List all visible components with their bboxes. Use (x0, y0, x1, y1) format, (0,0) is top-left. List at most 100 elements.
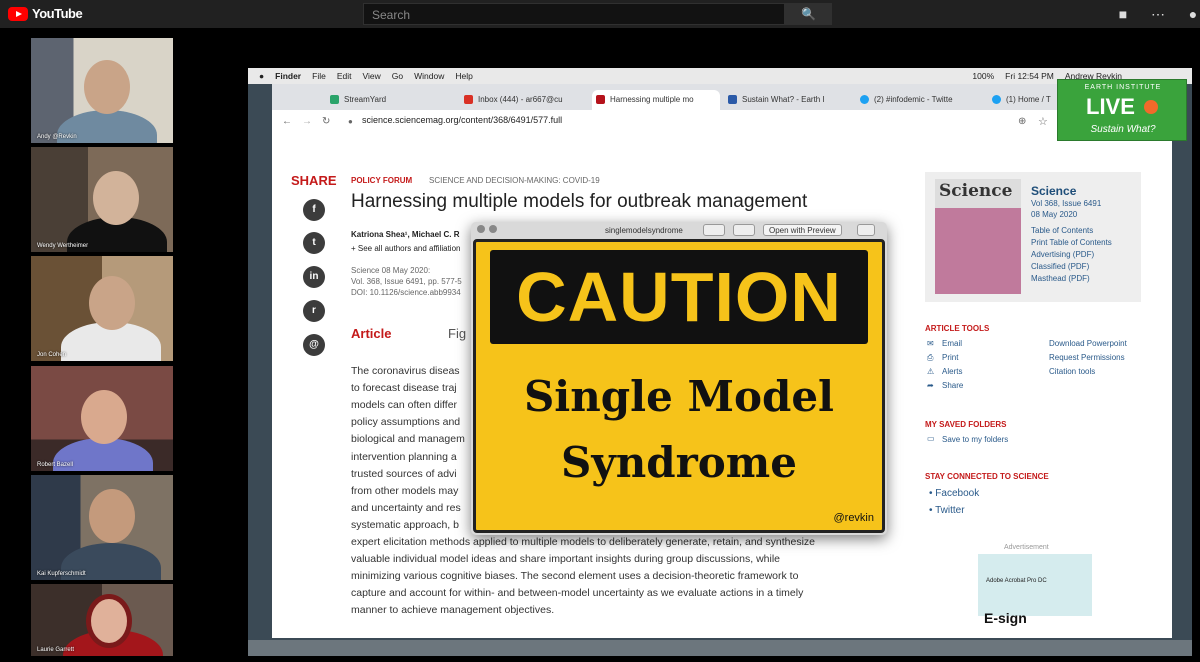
tab-twitter-infodemic[interactable]: (2) #infodemic - Twitte (856, 90, 984, 110)
link-table-of-contents[interactable]: Table of Contents (1031, 226, 1093, 235)
link-print-toc[interactable]: Print Table of Contents (1031, 238, 1112, 247)
tab-label: (2) #infodemic - Twitte (874, 95, 953, 104)
rotate-icon[interactable] (703, 224, 725, 236)
back-icon[interactable]: ← (282, 116, 292, 127)
article-body-line: valuable individual model ideas and shar… (351, 553, 780, 566)
menu-help[interactable]: Help (455, 71, 472, 81)
mac-menu-bar: ● Finder File Edit View Go Window Help 1… (248, 68, 1192, 84)
earth-institute-icon (728, 95, 737, 104)
tool-download-powerpoint[interactable]: Download Powerpoint (1049, 339, 1127, 348)
article-body-line: intervention planning a (351, 450, 457, 463)
connected-twitter[interactable]: • Twitter (929, 505, 965, 516)
reload-icon[interactable]: ↻ (322, 116, 330, 127)
tab-label: Inbox (444) - ar667@cu (478, 95, 563, 104)
tab-label: Sustain What? - Earth I (742, 95, 825, 104)
tab-twitter-home[interactable]: (1) Home / T (988, 90, 1068, 110)
email-icon[interactable]: @ (303, 334, 325, 356)
twitter-icon[interactable]: t (303, 232, 325, 254)
link-advertising[interactable]: Advertising (PDF) (1031, 250, 1094, 259)
tab-label: (1) Home / T (1006, 95, 1051, 104)
twitter-icon (992, 95, 1001, 104)
menu-finder[interactable]: Finder (275, 71, 301, 81)
share-label: SHARE (291, 173, 337, 188)
participant-name: Wendy Wertheimer (37, 243, 89, 249)
search-button[interactable]: 🔍 (785, 3, 832, 25)
journal-name[interactable]: Science (1031, 184, 1076, 198)
battery-status: 100% (972, 71, 995, 81)
participant-tile: Laurie Garrett (31, 584, 173, 656)
url-field[interactable]: science.sciencemag.org/content/368/6491/… (362, 115, 562, 125)
menu-window[interactable]: Window (414, 71, 444, 81)
article-authors[interactable]: Katriona Shea¹, Michael C. R (351, 230, 459, 239)
article-body-line: from other models may (351, 484, 459, 497)
section-label: POLICY FORUM (351, 176, 413, 185)
connected-facebook[interactable]: • Facebook (929, 488, 979, 499)
menu-edit[interactable]: Edit (337, 71, 352, 81)
see-all-authors-link[interactable]: + See all authors and affiliation (351, 244, 460, 253)
tool-citation-tools[interactable]: Citation tools (1049, 367, 1095, 376)
apps-grid-icon[interactable]: ⋯ (1149, 5, 1167, 23)
tool-email[interactable]: Email (942, 339, 962, 348)
youtube-logo[interactable]: YouTube (8, 6, 83, 21)
participant-tile: Robert Bazell (31, 366, 173, 471)
share-icon[interactable] (857, 224, 875, 236)
article-title: Harnessing multiple models for outbreak … (351, 191, 808, 212)
participant-name: Jon Cohen (37, 352, 67, 358)
article-body-line: expert elicitation methods applied to mu… (351, 536, 816, 548)
linkedin-icon[interactable]: in (303, 266, 325, 288)
twitter-link-label: Twitter (935, 505, 965, 516)
article-body-line: capture and account for within- and betw… (351, 587, 804, 600)
tab-article[interactable]: Article (351, 326, 391, 341)
zoom-icon[interactable]: ⊕ (1018, 116, 1026, 127)
notification-bell-icon[interactable]: ● (1184, 5, 1200, 23)
facebook-icon[interactable]: f (303, 199, 325, 221)
mac-dock (248, 640, 1192, 656)
search-input[interactable]: Search (363, 3, 785, 25)
video-camera-icon[interactable]: ■ (1114, 5, 1132, 23)
tab-figures[interactable]: Fig (448, 326, 466, 341)
menu-clock: Fri 12:54 PM (1005, 71, 1054, 81)
menu-file[interactable]: File (312, 71, 326, 81)
article-body-line: trusted sources of advi (351, 467, 457, 480)
close-icon[interactable] (477, 225, 485, 233)
article-body-line: policy assumptions and (351, 416, 461, 429)
folder-icon: ▭ (927, 434, 935, 443)
advertisement-banner[interactable]: Adobe Acrobat Pro DC (978, 554, 1092, 616)
twitter-icon (860, 95, 869, 104)
fullscreen-icon[interactable] (489, 225, 497, 233)
menu-view[interactable]: View (362, 71, 380, 81)
journal-volume: Vol 368, Issue 6491 (1031, 199, 1102, 208)
tool-print[interactable]: Print (942, 353, 958, 362)
open-with-preview-button[interactable]: Open with Preview (763, 224, 842, 236)
markup-icon[interactable] (733, 224, 755, 236)
save-to-folders-link[interactable]: Save to my folders (942, 435, 1008, 444)
apple-icon[interactable]: ● (259, 71, 264, 81)
badge-live: LIVE (1086, 94, 1135, 119)
participant-name: Andy @Revkin (37, 134, 77, 140)
stay-connected-header: STAY CONNECTED TO SCIENCE (925, 472, 1049, 481)
reddit-icon[interactable]: r (303, 300, 325, 322)
quicklook-window: singlemodelsyndrome Open with Preview CA… (471, 222, 887, 535)
tab-science[interactable]: Harnessing multiple mo (592, 90, 720, 110)
link-masthead[interactable]: Masthead (PDF) (1031, 274, 1090, 283)
tab-gmail[interactable]: Inbox (444) - ar667@cu (460, 90, 588, 110)
menu-go[interactable]: Go (392, 71, 403, 81)
article-body-line: minimizing various cognitive biases. The… (351, 570, 799, 583)
participant-name: Robert Bazell (37, 462, 74, 468)
sign-line-1: Single Model (523, 372, 835, 421)
tab-streamyard[interactable]: StreamYard (326, 90, 456, 110)
bookmark-star-icon[interactable]: ☆ (1038, 115, 1048, 128)
tool-alerts[interactable]: Alerts (942, 367, 962, 376)
article-body-line: biological and managem (351, 433, 465, 446)
link-classified[interactable]: Classified (PDF) (1031, 262, 1089, 271)
tab-sustain-what[interactable]: Sustain What? - Earth I (724, 90, 852, 110)
journal-cover-image[interactable]: Science (935, 179, 1021, 294)
category-label: SCIENCE AND DECISION-MAKING: COVID-19 (429, 176, 600, 185)
citation-doi[interactable]: DOI: 10.1126/science.abb9934 (351, 288, 461, 297)
forward-icon[interactable]: → (302, 116, 312, 127)
tool-request-permissions[interactable]: Request Permissions (1049, 353, 1125, 362)
caution-banner: CAUTION (490, 250, 868, 344)
tool-share[interactable]: Share (942, 381, 963, 390)
article-body-line: manner to achieve management objectives. (351, 604, 555, 617)
quicklook-filename: singlemodelsyndrome (605, 226, 683, 235)
